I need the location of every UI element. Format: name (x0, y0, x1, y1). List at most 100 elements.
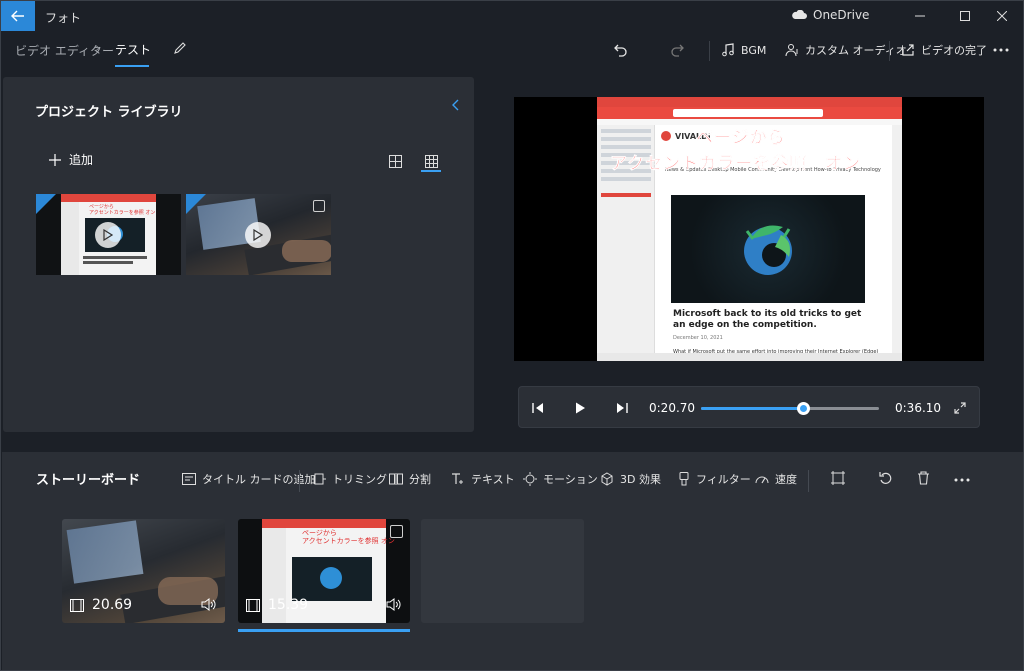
view-selected-underline (421, 170, 441, 172)
finish-video-label: ビデオの完了 (921, 44, 987, 57)
edge-logo-icon (744, 225, 792, 275)
storyboard-clip-keyboard[interactable]: 20.69 (62, 519, 225, 623)
onedrive-status[interactable]: OneDrive (791, 8, 869, 22)
storyboard-divider (808, 470, 809, 492)
fullscreen-button[interactable] (951, 399, 969, 417)
clip-duration-value: 20.69 (92, 597, 133, 613)
trim-icon (312, 473, 326, 485)
selected-clip-indicator (238, 629, 410, 632)
command-bar: ビデオ エディター › テスト BGM カスタム オーディオ ビデオの完了 (1, 31, 1023, 71)
bgm-button[interactable]: BGM (721, 39, 766, 61)
seek-progress-fill (701, 407, 803, 410)
article-hero-image (671, 195, 865, 303)
rotate-button[interactable] (879, 471, 893, 485)
add-media-button[interactable]: 追加 (49, 151, 93, 168)
skip-back-button[interactable] (529, 399, 547, 417)
article-date: December 10, 2021 (673, 335, 723, 341)
rename-button[interactable] (173, 41, 187, 55)
storyboard-empty-slot[interactable] (421, 519, 584, 623)
film-icon (70, 598, 84, 612)
text-button[interactable]: テキスト (451, 471, 515, 487)
selected-corner-marker (186, 194, 206, 214)
photos-window: フォト OneDrive ビデオ エディター › テスト BGM カスタム オー… (0, 0, 1024, 671)
seek-thumb[interactable] (796, 402, 810, 415)
split-icon (389, 473, 403, 485)
close-button[interactable] (979, 1, 1024, 31)
add-title-card-button[interactable]: タイトル カードの追加 (182, 471, 316, 487)
person-audio-icon (785, 44, 798, 57)
play-button[interactable] (571, 399, 589, 417)
chevron-left-icon (452, 99, 459, 111)
text-label: テキスト (471, 473, 515, 486)
custom-audio-label: カスタム オーディオ (805, 44, 907, 57)
more-dots-icon (993, 48, 1009, 52)
clip-volume-button[interactable] (386, 598, 402, 611)
library-thumbnail-keyboard-video[interactable] (186, 194, 331, 275)
storyboard-title: ストーリーボード (36, 473, 141, 488)
undo-button[interactable] (613, 39, 629, 61)
film-icon (246, 598, 260, 612)
current-time: 0:20.70 (649, 401, 696, 415)
cloud-icon (792, 10, 807, 19)
seek-slider[interactable] (701, 402, 879, 415)
play-preview-icon (245, 222, 271, 248)
title-card-icon (182, 473, 196, 485)
toolbar-divider (709, 41, 710, 61)
3d-effects-button[interactable]: 3D 効果 (600, 471, 661, 487)
skip-back-icon (532, 403, 543, 413)
expand-icon (954, 402, 966, 414)
clip-checkbox[interactable] (390, 525, 403, 538)
redo-button[interactable] (669, 39, 685, 61)
split-button[interactable]: 分割 (389, 471, 431, 487)
filter-icon (679, 472, 689, 486)
crop-resize-button[interactable] (831, 471, 845, 485)
crop-icon (831, 471, 845, 485)
delete-button[interactable] (917, 471, 930, 485)
small-grid-view-button[interactable] (421, 151, 441, 171)
back-button[interactable] (1, 1, 35, 31)
motion-button[interactable]: モーション (523, 471, 598, 487)
skip-forward-button[interactable] (613, 399, 631, 417)
thumbnail-checkbox[interactable] (313, 200, 325, 212)
minimize-button[interactable] (897, 1, 943, 31)
maximize-icon (960, 11, 970, 21)
storyboard-panel: ストーリーボード タイトル カードの追加 トリミング 分割 テキスト モーション… (2, 452, 1023, 670)
storyboard-clip-screen-recording[interactable]: ページから アクセントカラーを参照 オン 15.39 (238, 519, 410, 623)
clip-volume-button[interactable] (201, 598, 217, 611)
filter-label: フィルター (696, 473, 751, 486)
onedrive-label: OneDrive (813, 8, 870, 22)
overlay-text-line1: ページから (696, 128, 786, 149)
total-time: 0:36.10 (895, 401, 942, 415)
motion-label: モーション (543, 473, 598, 486)
playback-controls: 0:20.70 0:36.10 (518, 386, 980, 428)
3d-effects-label: 3D 効果 (620, 473, 661, 486)
browser-tab-bar (597, 97, 902, 107)
clip-duration-value: 15.39 (268, 597, 309, 613)
more-options-button[interactable] (993, 39, 1009, 61)
share-export-icon (902, 44, 914, 56)
large-grid-view-button[interactable] (385, 151, 405, 171)
video-preview: VIVALDI News & Updates Desktop Mobile Co… (514, 97, 984, 361)
play-preview-icon (95, 222, 121, 248)
redo-icon (671, 44, 684, 57)
clip-duration: 20.69 (70, 597, 132, 613)
small-grid-icon (424, 154, 438, 168)
more-dots-icon (954, 478, 970, 482)
library-thumbnail-screen-recording[interactable]: ページから アクセントカラーを参照 オン (36, 194, 181, 275)
rotate-icon (879, 472, 892, 484)
music-note-icon (722, 43, 734, 57)
trim-button[interactable]: トリミング (312, 471, 387, 487)
article-title: Microsoft back to its old tricks to get … (673, 309, 862, 330)
storyboard-more-button[interactable] (954, 478, 970, 482)
speed-label: 速度 (775, 473, 797, 486)
library-title: プロジェクト ライブラリ (35, 105, 183, 120)
title-bar: フォト OneDrive (1, 1, 1023, 31)
collapse-library-button[interactable] (451, 99, 459, 111)
skip-forward-icon (617, 403, 628, 413)
filter-button[interactable]: フィルター (678, 471, 751, 487)
text-icon (452, 473, 463, 484)
breadcrumb-separator: › (95, 41, 101, 56)
speedometer-icon (755, 476, 769, 484)
speed-button[interactable]: 速度 (755, 471, 797, 487)
finish-video-button[interactable]: ビデオの完了 (901, 39, 987, 61)
